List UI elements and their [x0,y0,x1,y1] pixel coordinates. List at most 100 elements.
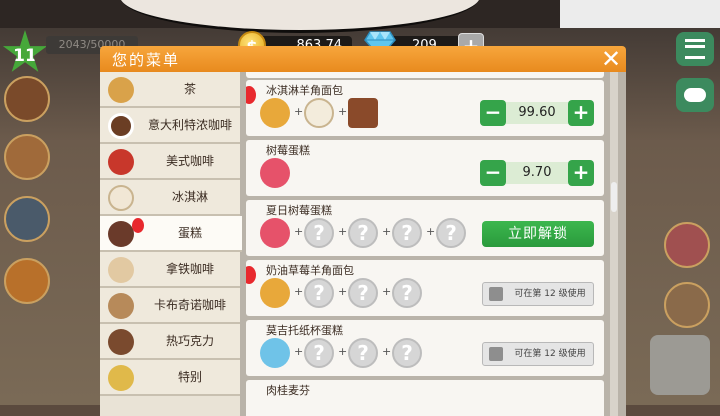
cake-icon [108,221,134,247]
americano-icon [108,149,134,175]
locked-badge: 可在第 12 级使用 [482,282,594,306]
decrease-price-button[interactable]: − [480,100,506,126]
recipe-row: 夏日树莓蛋糕 + ? + ? + ? + ? 立即解锁 [246,200,604,256]
raspberry-cake-icon [260,218,290,248]
balloon-icon [246,266,256,284]
plus-sign: + [338,225,348,238]
category-hot-chocolate[interactable]: 热巧克力 [100,324,240,360]
tea-icon [108,77,134,103]
category-americano[interactable]: 美式咖啡 [100,144,240,180]
unknown-ingredient-icon: ? [436,218,466,248]
raspberry-cake-icon [260,158,290,188]
special-icon [108,365,134,391]
recipe-row: 肉桂麦芬 [246,380,604,416]
coffee-cup-icon[interactable] [664,282,710,328]
category-tea[interactable]: 茶 [100,72,240,108]
plus-sign: + [426,225,436,238]
decrease-price-button[interactable]: − [480,160,506,186]
ice-cream-icon [108,185,134,211]
category-label: 拿铁咖啡 [165,262,214,276]
recipe-row: 冰淇淋羊角面包 + + − 99.60 + [246,80,604,136]
panel-header: 您的菜单 ✕ [100,46,626,72]
recipe-title: 树莓蛋糕 [266,144,310,157]
gamepad-icon [684,88,706,102]
price-value: 9.70 [506,162,568,184]
recipe-row: 莫吉托纸杯蛋糕 + ? + ? + ? 可在第 12 级使用 [246,320,604,376]
unknown-ingredient-icon: ? [304,338,334,368]
category-list: 茶 意大利特浓咖啡 美式咖啡 冰淇淋 蛋糕 拿铁咖啡 卡布奇诺咖啡 热巧克力 特… [100,72,242,416]
category-espresso[interactable]: 意大利特浓咖啡 [100,108,240,144]
plus-sign: + [382,345,392,358]
category-label: 卡布奇诺咖啡 [153,298,226,312]
plus-sign: + [338,105,348,118]
panel-title: 您的菜单 [112,51,181,69]
lock-text: 可在第 12 级使用 [514,349,586,359]
recipe-title: 肉桂麦芬 [266,384,310,397]
price-stepper: − 9.70 + [480,160,594,186]
gamepad-button[interactable] [676,78,714,112]
close-button[interactable]: ✕ [598,46,624,72]
gift-icon[interactable] [4,258,50,304]
unknown-ingredient-icon: ? [348,218,378,248]
plus-sign: + [382,225,392,238]
increase-price-button[interactable]: + [568,160,594,186]
kitchen-icon[interactable] [4,134,50,180]
menu-panel: 您的菜单 ✕ 茶 意大利特浓咖啡 美式咖啡 冰淇淋 蛋糕 拿铁咖啡 卡布奇诺咖啡… [100,46,626,416]
list-item [246,72,604,78]
category-cake[interactable]: 蛋糕 [100,216,242,252]
recipe-title: 奶油草莓羊角面包 [266,264,354,277]
scroll-thumb[interactable] [611,182,617,212]
panel-body: 茶 意大利特浓咖啡 美式咖啡 冰淇淋 蛋糕 拿铁咖啡 卡布奇诺咖啡 热巧克力 特… [100,72,626,416]
category-latte[interactable]: 拿铁咖啡 [100,252,240,288]
plus-sign: + [338,345,348,358]
recipe-title: 冰淇淋羊角面包 [266,84,343,97]
recipe-title: 莫吉托纸杯蛋糕 [266,324,343,337]
category-cappuccino[interactable]: 卡布奇诺咖啡 [100,288,240,324]
category-label: 冰淇淋 [171,190,208,204]
unknown-ingredient-icon: ? [392,278,422,308]
balloon-icon [246,86,256,104]
category-label: 热巧克力 [165,334,214,348]
cappuccino-icon [108,293,134,319]
scene-character-art [120,0,480,33]
unknown-ingredient-icon: ? [304,218,334,248]
increase-price-button[interactable]: + [568,100,594,126]
recipe-row: 奶油草莓羊角面包 + ? + ? + ? 可在第 12 级使用 [246,260,604,316]
recipe-book-icon[interactable] [4,76,50,122]
unlock-now-button[interactable]: 立即解锁 [482,221,594,247]
latte-icon [108,257,134,283]
category-label: 意大利特浓咖啡 [147,118,232,132]
category-ice-cream[interactable]: 冰淇淋 [100,180,240,216]
plus-sign: + [338,285,348,298]
phone-icon[interactable] [4,196,50,242]
category-special[interactable]: 特别 [100,360,240,396]
hot-chocolate-icon [108,329,134,355]
plus-sign: + [294,105,304,118]
lock-text: 可在第 12 级使用 [514,289,586,299]
unknown-ingredient-icon: ? [348,278,378,308]
cupcake-icon [260,338,290,368]
unknown-ingredient-icon: ? [348,338,378,368]
category-label: 蛋糕 [177,226,202,240]
map-icon[interactable] [664,222,710,268]
category-label: 茶 [183,82,196,96]
cash-register-icon[interactable] [650,335,710,395]
category-label: 美式咖啡 [165,154,214,168]
plus-sign: + [294,345,304,358]
lock-icon [489,347,503,361]
plus-sign: + [382,285,392,298]
croissant-icon [260,278,290,308]
plus-sign: + [294,225,304,238]
unknown-ingredient-icon: ? [392,338,422,368]
price-value: 99.60 [506,102,568,124]
ice-cream-icon [304,98,334,128]
price-stepper: − 99.60 + [480,100,594,126]
scrollbar[interactable] [610,72,618,416]
espresso-icon [108,113,134,139]
croissant-icon [260,98,290,128]
unknown-ingredient-icon: ? [304,278,334,308]
lock-icon [489,287,503,301]
menu-list-button[interactable] [676,32,714,66]
recipe-row: 树莓蛋糕 − 9.70 + [246,140,604,196]
recipe-title: 夏日树莓蛋糕 [266,204,332,217]
